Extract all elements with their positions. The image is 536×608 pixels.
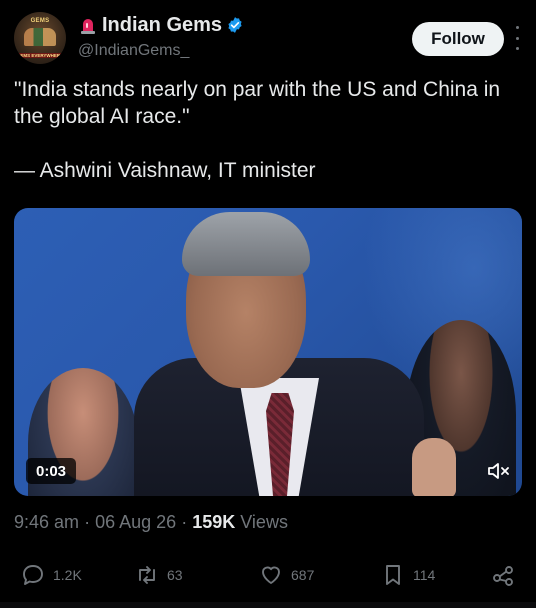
tweet-quote: "India stands nearly on par with the US … — [14, 78, 501, 128]
reply-button[interactable]: 1.2K — [20, 560, 82, 590]
avatar-figures — [24, 28, 56, 46]
views-count: 159K — [192, 512, 236, 532]
tweet-time[interactable]: 9:46 am — [14, 512, 79, 532]
tweet-date[interactable]: 06 Aug 26 — [95, 512, 176, 532]
tweet-header: GEMS GEMS EVERYWHERE Indian Gems @Indian… — [14, 10, 522, 68]
share-button[interactable] — [490, 560, 516, 590]
verified-badge-icon — [226, 16, 244, 34]
volume-muted-icon[interactable] — [486, 460, 512, 482]
heart-icon — [262, 566, 280, 584]
bottom-divider — [0, 602, 536, 608]
views-label: Views — [240, 512, 288, 532]
follow-button[interactable]: Follow — [412, 22, 504, 56]
reply-bubble-icon — [23, 565, 43, 585]
author-name-row[interactable]: Indian Gems — [78, 12, 244, 38]
action-bar: 1.2K 63 687 114 — [14, 560, 522, 590]
video-duration-badge: 0:03 — [26, 458, 77, 484]
like-button[interactable]: 687 — [258, 560, 314, 590]
meta-separator: · — [181, 512, 188, 532]
tweet-attribution: — Ashwini Vaishnaw, IT minister — [14, 159, 316, 182]
avatar-text-bottom: GEMS EVERYWHERE — [14, 53, 66, 58]
meta-separator: · — [84, 512, 91, 532]
repost-arrows-icon — [139, 566, 155, 584]
repost-button[interactable]: 63 — [134, 560, 183, 590]
avatar-text-top: GEMS — [30, 18, 50, 24]
author-handle[interactable]: @IndianGems_ — [78, 42, 189, 60]
more-vertical-icon[interactable] — [514, 26, 520, 50]
video-player[interactable]: 0:03 — [14, 208, 522, 496]
bookmark-count: 114 — [413, 567, 436, 583]
author-display-name[interactable]: Indian Gems — [102, 14, 222, 37]
like-count: 687 — [291, 567, 315, 583]
bookmark-button[interactable]: 114 — [380, 560, 435, 590]
tweet-metadata: 9:46 am · 06 Aug 26 · 159K Views — [14, 512, 288, 533]
speaker-hand — [412, 438, 456, 496]
reply-count: 1.2K — [53, 567, 82, 583]
share-icon — [493, 566, 513, 586]
author-avatar[interactable]: GEMS GEMS EVERYWHERE — [14, 12, 66, 64]
bookmark-icon — [386, 565, 400, 585]
speaker-hair — [182, 212, 310, 276]
tweet-text: "India stands nearly on par with the US … — [14, 76, 514, 184]
police-light-emoji-icon — [78, 15, 98, 35]
repost-count: 63 — [167, 567, 183, 583]
